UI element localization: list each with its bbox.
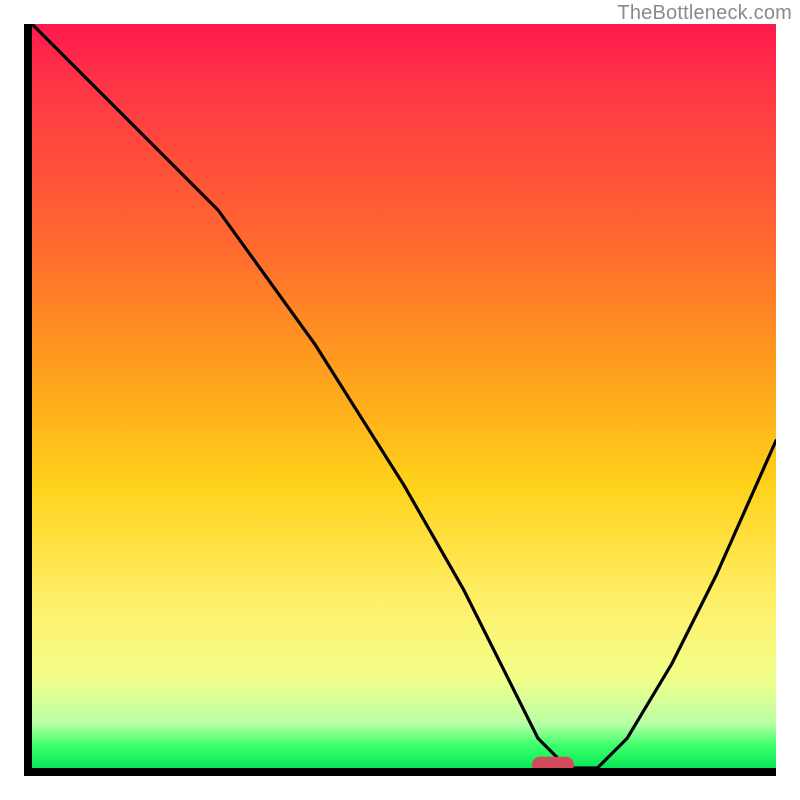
- plot-area: [24, 24, 776, 776]
- bottleneck-curve: [32, 24, 776, 768]
- chart-container: TheBottleneck.com: [0, 0, 800, 800]
- watermark-text: TheBottleneck.com: [617, 2, 792, 25]
- optimum-marker: [532, 757, 574, 773]
- curve-svg: [32, 24, 776, 768]
